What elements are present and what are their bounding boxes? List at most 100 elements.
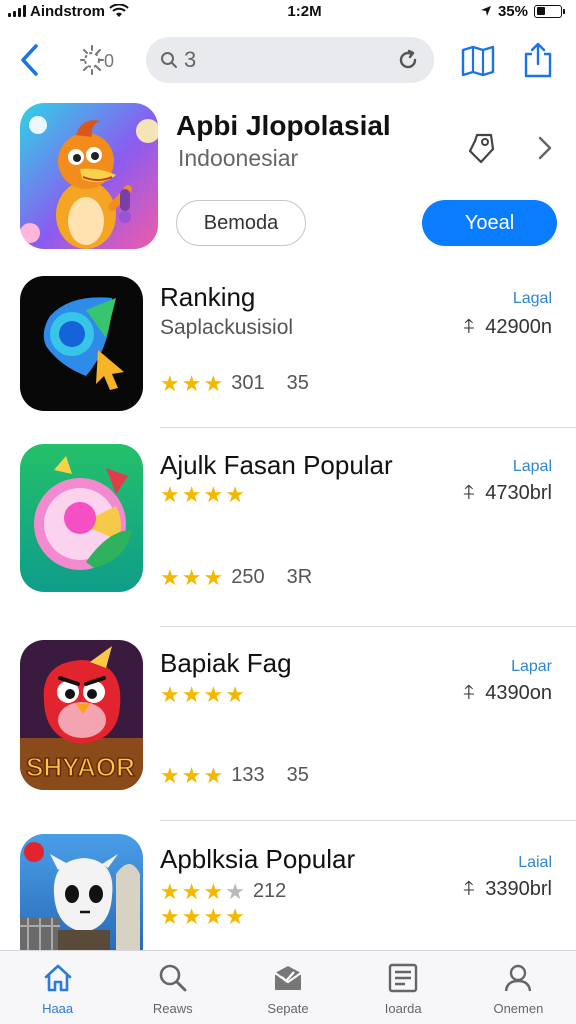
- tab-home[interactable]: Haaa: [0, 951, 115, 1024]
- rating-stars: ★ ★ ★ 250 3R: [160, 566, 312, 589]
- nav-bar: 0: [0, 30, 576, 90]
- download-icon: ⍏: [463, 482, 476, 504]
- list-item[interactable]: Apblksia Popular Laial ★ ★ ★ ★ 212 ⍏ 3390brl…: [0, 834, 576, 950]
- tab-updates[interactable]: Sepate: [230, 951, 345, 1024]
- tab-label: Ioarda: [384, 1001, 422, 1016]
- inbox-icon: [274, 966, 302, 990]
- tab-search[interactable]: Reaws: [115, 951, 230, 1024]
- signal-icon: [8, 5, 26, 17]
- book-button[interactable]: [458, 42, 498, 80]
- app-link[interactable]: Lagal: [513, 290, 552, 308]
- battery-icon: [534, 4, 565, 18]
- cartoon-bird-icon[interactable]: [20, 103, 158, 249]
- bookmark-button[interactable]: [462, 128, 502, 168]
- app-count: ⍏ 4390on: [463, 682, 552, 705]
- brand-logo-button[interactable]: 0: [76, 40, 122, 80]
- app-count: ⍏ 3390brl: [463, 878, 552, 901]
- tab-label: Haaa: [42, 1001, 74, 1016]
- rating-count: 250: [231, 566, 265, 588]
- star-empty-icon: ★: [225, 878, 245, 904]
- sparkle-logo-icon: 0: [80, 45, 114, 75]
- app-count-value: 3390brl: [485, 878, 552, 900]
- list-item[interactable]: SHYAOR Bapiak Fag Lapar ★ ★ ★ ★ ⍏ 4390on ★ ★ ★…: [0, 636, 576, 821]
- star-icon: ★: [225, 482, 245, 507]
- app-title: Ajulk Fasan Popular: [160, 450, 393, 480]
- divider: [160, 820, 576, 821]
- rating-extra: 3R: [286, 566, 313, 588]
- rating-stars-top: ★ ★ ★ ★: [160, 684, 245, 706]
- tab-label: Sepate: [267, 1001, 309, 1016]
- star-icon: ★: [181, 370, 202, 396]
- star-icon: ★: [203, 762, 224, 788]
- rating-extra: 35: [286, 764, 309, 786]
- star-icon: ★: [203, 878, 224, 904]
- camera-leaf-icon[interactable]: [20, 444, 143, 592]
- download-icon: ⍏: [463, 316, 476, 338]
- star-icon: ★: [203, 904, 224, 929]
- star-icon: ★: [203, 682, 224, 707]
- status-bar: Aindstrom 1:2M 35%: [0, 0, 576, 22]
- app-link[interactable]: Lapal: [513, 458, 552, 476]
- search-icon: [159, 964, 187, 992]
- star-icon: ★: [160, 682, 180, 707]
- featured-app: Apbi Jlopolasial Indoonesiar Bemoda Yoea…: [0, 100, 576, 255]
- app-title: Bapiak Fag: [160, 648, 292, 678]
- battery-fill: [536, 7, 545, 15]
- battery-percent: 35%: [497, 2, 528, 20]
- star-icon: ★: [160, 878, 180, 904]
- app-link[interactable]: Lapar: [511, 658, 552, 676]
- share-button[interactable]: [518, 40, 558, 80]
- person-icon: [505, 964, 532, 992]
- divider: [160, 427, 576, 428]
- home-icon: [44, 964, 71, 992]
- star-icon: ★: [181, 564, 202, 590]
- rating-extra: 35: [286, 372, 309, 394]
- app-count-value: 42900n: [485, 316, 552, 338]
- star-icon: ★: [181, 904, 202, 929]
- share-icon: [524, 42, 552, 78]
- chevron-right-icon: [538, 136, 552, 160]
- star-icon: ★: [225, 682, 245, 707]
- rating-count: 301: [231, 372, 265, 394]
- tab-profile[interactable]: Onemen: [461, 951, 576, 1024]
- star-icon: ★: [160, 564, 180, 590]
- tag-icon: [468, 133, 495, 164]
- primary-action-button[interactable]: Yoeal: [422, 200, 557, 246]
- star-icon: ★: [181, 762, 202, 788]
- refresh-icon[interactable]: [396, 48, 420, 72]
- list-icon: [389, 963, 418, 993]
- app-subtitle: Saplackusisiol: [160, 316, 294, 339]
- status-left: Aindstrom: [8, 3, 129, 20]
- star-icon: ★: [160, 762, 180, 788]
- list-item[interactable]: Ajulk Fasan Popular Lapal ★ ★ ★ ★ ⍏ 4730brl …: [0, 440, 576, 627]
- ghost-character-icon[interactable]: [20, 834, 143, 950]
- tab-list[interactable]: Ioarda: [346, 951, 461, 1024]
- download-icon: ⍏: [463, 878, 476, 900]
- search-input[interactable]: [184, 47, 390, 73]
- svg-text:0: 0: [104, 51, 114, 71]
- star-icon: ★: [203, 564, 224, 590]
- featured-subtitle: Indoonesiar: [178, 145, 299, 171]
- book-icon: [461, 45, 495, 77]
- star-icon: ★: [160, 904, 180, 929]
- status-right: 35%: [480, 2, 565, 20]
- wifi-icon: [109, 4, 129, 17]
- back-button[interactable]: [12, 40, 46, 80]
- app-link[interactable]: Laial: [518, 854, 552, 872]
- search-bar[interactable]: [146, 37, 434, 83]
- featured-chevron-button[interactable]: [530, 130, 560, 166]
- download-icon: ⍏: [463, 682, 476, 704]
- star-icon: ★: [181, 682, 202, 707]
- clock: 1:2M: [287, 2, 322, 20]
- rating-stars: ★ ★ ★ 301 35: [160, 372, 309, 395]
- app-title: Ranking: [160, 282, 256, 312]
- rating-stars: ★ ★ ★ 133 35: [160, 764, 309, 787]
- red-bird-game-icon[interactable]: SHYAOR: [20, 640, 143, 790]
- secondary-action-button[interactable]: Bemoda: [176, 200, 306, 246]
- star-icon: ★: [203, 370, 224, 396]
- location-pin-icon[interactable]: [20, 276, 143, 411]
- rating-stars: ★ ★ ★ ★ 212: [160, 880, 286, 903]
- list-item[interactable]: Ranking Saplackusisiol Lagal ⍏ 42900n ★ ★ ★…: [0, 270, 576, 428]
- chevron-left-icon: [21, 44, 38, 76]
- star-icon: ★: [181, 482, 202, 507]
